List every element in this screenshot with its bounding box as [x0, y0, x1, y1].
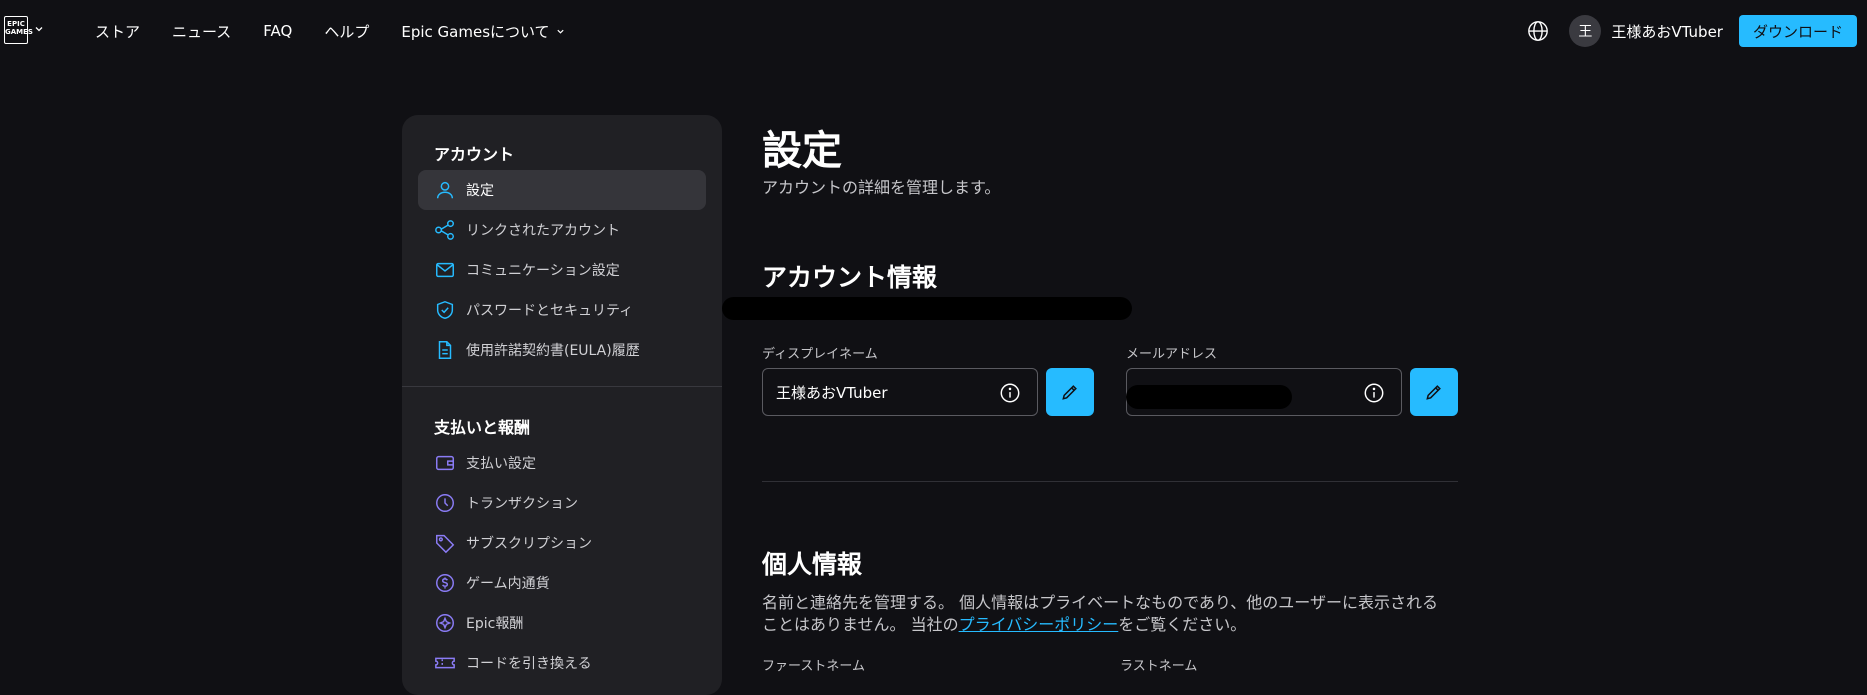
- avatar[interactable]: 王: [1569, 15, 1602, 47]
- sidebar-item-label: ゲーム内通貨: [466, 576, 550, 592]
- settings-sidebar: アカウント 設定 リンクされたアカウント コミュニケーション設定 パスワードとセ…: [402, 115, 722, 695]
- privacy-policy-link[interactable]: プライバシーポリシー: [959, 615, 1119, 634]
- chevron-down-icon: [556, 29, 564, 34]
- epic-games-logo[interactable]: EPIC GAMES: [4, 16, 33, 44]
- sidebar-item-communication[interactable]: コミュニケーション設定: [418, 250, 706, 290]
- sidebar-item-epic-rewards[interactable]: Epic報酬: [418, 603, 706, 643]
- chevron-down-icon[interactable]: [34, 24, 44, 34]
- nav-faq-label: FAQ: [263, 22, 293, 40]
- sidebar-item-label: コードを引き換える: [466, 656, 592, 672]
- avatar-initial: 王: [1578, 24, 1593, 40]
- sidebar-item-label: サブスクリプション: [466, 536, 592, 552]
- header-right: 王 王様あおVTuber ダウンロード: [1527, 15, 1857, 47]
- sidebar-item-label: 設定: [466, 183, 494, 199]
- personal-text-line-2: ことはありません。 当社の: [762, 615, 959, 634]
- nav-about[interactable]: Epic Gamesについて: [401, 21, 564, 42]
- sidebar-item-label: 支払い設定: [466, 456, 536, 472]
- wallet-icon: [436, 455, 454, 471]
- nav-news-label: ニュース: [172, 22, 232, 41]
- personal-info-description: 名前と連絡先を管理する。 個人情報はプライベートなものであり、他のユーザーに表示…: [762, 592, 1462, 636]
- globe-icon[interactable]: [1527, 20, 1549, 42]
- pencil-icon: [1426, 385, 1441, 400]
- download-button[interactable]: ダウンロード: [1738, 15, 1857, 47]
- page-title: 設定: [762, 128, 842, 174]
- display-name-value: 王様あおVTuber: [776, 383, 888, 402]
- sidebar-item-label: Epic報酬: [466, 616, 524, 632]
- nav-faq[interactable]: FAQ: [263, 22, 292, 40]
- person-icon: [436, 181, 454, 199]
- sidebar-item-label: パスワードとセキュリティ: [466, 303, 634, 319]
- info-icon[interactable]: [1363, 382, 1385, 404]
- sidebar-item-label: 使用許諾契約書(EULA)履歴: [466, 343, 640, 359]
- display-name-field[interactable]: 王様あおVTuber: [762, 368, 1038, 416]
- nav-news[interactable]: ニュース: [172, 21, 231, 42]
- pencil-icon: [1062, 385, 1077, 400]
- account-info-heading: アカウント情報: [762, 263, 938, 292]
- shield-icon: [436, 300, 454, 320]
- sidebar-item-in-game-currency[interactable]: ゲーム内通貨: [418, 563, 706, 603]
- personal-text-line-2-end: をご覧ください。: [1118, 615, 1247, 634]
- nav-help-label: ヘルプ: [324, 22, 370, 41]
- tag-icon: [436, 534, 455, 554]
- info-icon[interactable]: [999, 382, 1021, 404]
- page-subtitle: アカウントの詳細を管理します。: [762, 178, 1001, 197]
- sidebar-item-label: リンクされたアカウント: [466, 223, 620, 239]
- nav-store-label: ストア: [95, 22, 141, 41]
- first-name-label: ファーストネーム: [762, 659, 865, 674]
- star-icon: [436, 614, 454, 632]
- settings-main: 設定 アカウントの詳細を管理します。 アカウント情報 ディスプレイネーム 王様あ…: [722, 0, 1462, 678]
- sidebar-item-label: トランザクション: [466, 496, 578, 512]
- email-label: メールアドレス: [1126, 347, 1218, 362]
- ticket-icon: [435, 657, 455, 669]
- download-button-label: ダウンロード: [1752, 22, 1843, 41]
- nav-about-label: Epic Gamesについて: [401, 22, 550, 41]
- sidebar-divider: [402, 386, 722, 387]
- sidebar-item-label: コミュニケーション設定: [466, 263, 620, 279]
- email-redaction-bar: [1126, 385, 1292, 409]
- personal-info-heading: 個人情報: [762, 550, 863, 579]
- sidebar-item-eula-history[interactable]: 使用許諾契約書(EULA)履歴: [418, 330, 706, 370]
- coin-icon: [436, 574, 454, 592]
- clock-icon: [436, 494, 454, 512]
- share-icon: [435, 220, 454, 240]
- document-icon: [438, 341, 452, 359]
- last-name-label: ラストネーム: [1120, 659, 1198, 674]
- sidebar-section-account: アカウント: [434, 145, 515, 164]
- sidebar-item-linked-accounts[interactable]: リンクされたアカウント: [418, 210, 706, 250]
- redaction-bar: [722, 297, 1132, 320]
- sidebar-item-payment-settings[interactable]: 支払い設定: [418, 443, 706, 483]
- edit-email-button[interactable]: [1410, 368, 1458, 416]
- main-nav: ストア ニュース FAQ ヘルプ Epic Gamesについて: [95, 0, 597, 62]
- sidebar-item-password-security[interactable]: パスワードとセキュリティ: [418, 290, 706, 330]
- mail-icon: [436, 262, 454, 278]
- edit-display-name-button[interactable]: [1046, 368, 1094, 416]
- sidebar-item-redeem-code[interactable]: コードを引き換える: [418, 643, 706, 683]
- sidebar-section-payments: 支払いと報酬: [434, 418, 531, 437]
- sidebar-item-transactions[interactable]: トランザクション: [418, 483, 706, 523]
- section-divider: [762, 481, 1458, 482]
- nav-help[interactable]: ヘルプ: [324, 21, 369, 42]
- username[interactable]: 王様あおVTuber: [1611, 21, 1723, 42]
- sidebar-item-settings[interactable]: 設定: [418, 170, 706, 210]
- display-name-label: ディスプレイネーム: [762, 347, 878, 362]
- personal-text-line-1: 名前と連絡先を管理する。 個人情報はプライベートなものであり、他のユーザーに表示…: [762, 593, 1438, 612]
- nav-store[interactable]: ストア: [95, 21, 140, 42]
- sidebar-item-subscriptions[interactable]: サブスクリプション: [418, 523, 706, 563]
